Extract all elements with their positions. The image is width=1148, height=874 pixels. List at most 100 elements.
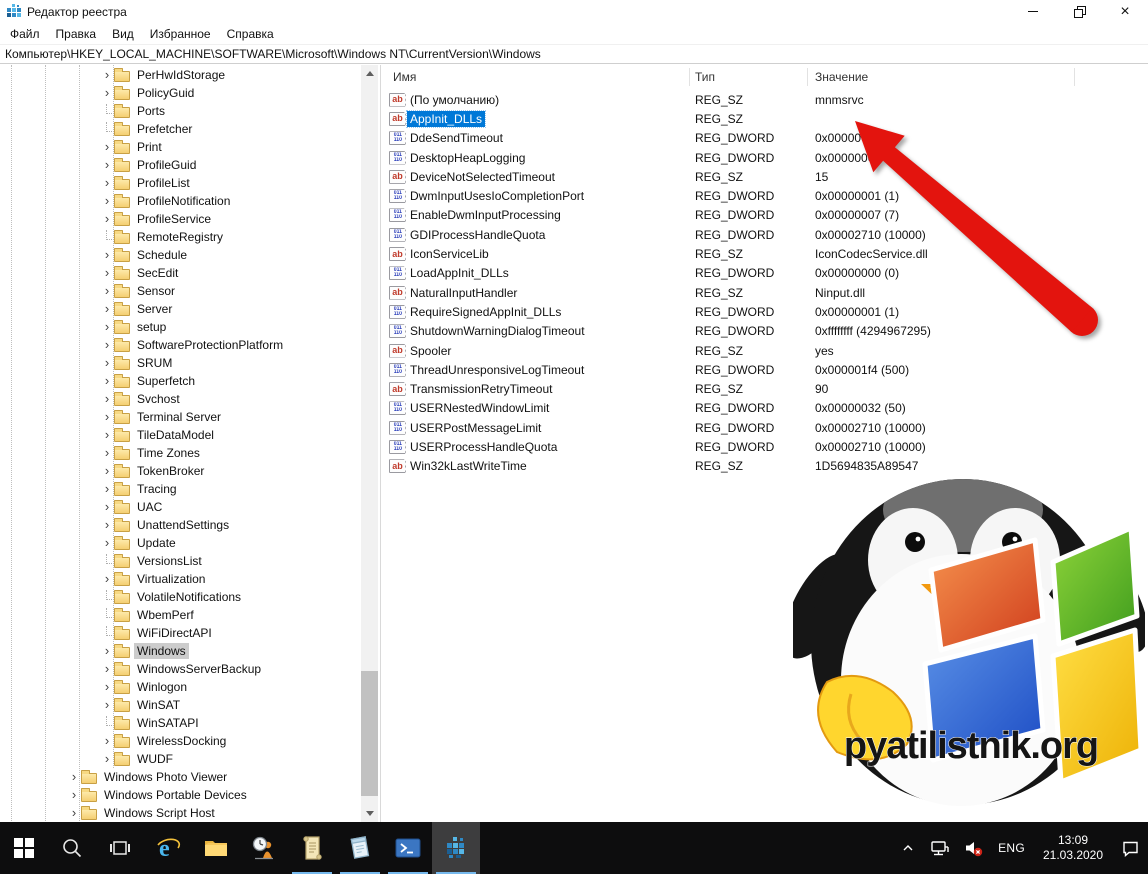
address-bar[interactable]: Компьютер\HKEY_LOCAL_MACHINE\SOFTWARE\Mi…	[0, 44, 1148, 64]
registry-value-row[interactable]: 011110GDIProcessHandleQuotaREG_DWORD0x00…	[382, 225, 1148, 244]
tray-chevron-up-icon[interactable]	[898, 840, 918, 856]
expand-chevron-icon[interactable]: ›	[100, 248, 114, 262]
tree-item[interactable]: ›ProfileGuid	[0, 156, 360, 174]
tree-item[interactable]: ›Schedule	[0, 246, 360, 264]
registry-value-row[interactable]: abDeviceNotSelectedTimeoutREG_SZ15	[382, 167, 1148, 186]
tree-item[interactable]: ›Tracing	[0, 480, 360, 498]
taskbar-regedit[interactable]	[432, 822, 480, 874]
taskbar-powershell[interactable]	[384, 822, 432, 874]
expand-chevron-icon[interactable]: ›	[67, 788, 81, 802]
registry-value-row[interactable]: 011110USERNestedWindowLimitREG_DWORD0x00…	[382, 399, 1148, 418]
expand-chevron-icon[interactable]: ›	[100, 212, 114, 226]
registry-value-row[interactable]: 011110DesktopHeapLoggingREG_DWORD0x00000…	[382, 148, 1148, 167]
taskbar-internet-explorer[interactable]: e	[144, 822, 192, 874]
registry-value-row[interactable]: abAppInit_DLLsREG_SZ	[382, 109, 1148, 128]
tree-item[interactable]: ›SoftwareProtectionPlatform	[0, 336, 360, 354]
menu-item-file[interactable]: Файл	[2, 25, 48, 43]
expand-chevron-icon[interactable]: ›	[100, 752, 114, 766]
tree-item[interactable]: Ports	[0, 102, 360, 120]
column-separator[interactable]	[807, 68, 808, 86]
expand-chevron-icon[interactable]: ›	[100, 410, 114, 424]
column-separator[interactable]	[1074, 68, 1075, 86]
expand-chevron-icon[interactable]: ›	[100, 446, 114, 460]
registry-value-row[interactable]: 011110LoadAppInit_DLLsREG_DWORD0x0000000…	[382, 264, 1148, 283]
expand-chevron-icon[interactable]: ›	[100, 500, 114, 514]
tree-item[interactable]: ›Server	[0, 300, 360, 318]
tree-item[interactable]: WiFiDirectAPI	[0, 624, 360, 642]
tree-item[interactable]: ›SRUM	[0, 354, 360, 372]
expand-chevron-icon[interactable]: ›	[100, 356, 114, 370]
scrollbar-thumb[interactable]	[361, 671, 378, 796]
registry-value-row[interactable]: 011110RequireSignedAppInit_DLLsREG_DWORD…	[382, 302, 1148, 321]
registry-value-row[interactable]: 011110ShutdownWarningDialogTimeoutREG_DW…	[382, 322, 1148, 341]
start-button[interactable]	[0, 822, 48, 874]
tree-item[interactable]: ›Windows	[0, 642, 360, 660]
taskbar-notepad-app[interactable]	[336, 822, 384, 874]
expand-chevron-icon[interactable]: ›	[100, 698, 114, 712]
tree-item[interactable]: ›Windows Script Host	[0, 804, 360, 822]
action-center-icon[interactable]	[1119, 839, 1142, 857]
registry-value-row[interactable]: 011110DdeSendTimeoutREG_DWORD0x00000000 …	[382, 129, 1148, 148]
tree-item[interactable]: ›Svchost	[0, 390, 360, 408]
tree-item[interactable]: RemoteRegistry	[0, 228, 360, 246]
tree-item[interactable]: ›UAC	[0, 498, 360, 516]
volume-muted-icon[interactable]	[962, 839, 986, 857]
tree-item[interactable]: ›Time Zones	[0, 444, 360, 462]
expand-chevron-icon[interactable]: ›	[100, 464, 114, 478]
expand-chevron-icon[interactable]: ›	[100, 392, 114, 406]
expand-chevron-icon[interactable]: ›	[100, 158, 114, 172]
menu-item-favorites[interactable]: Избранное	[142, 25, 219, 43]
registry-value-row[interactable]: 011110ThreadUnresponsiveLogTimeoutREG_DW…	[382, 360, 1148, 379]
expand-chevron-icon[interactable]: ›	[67, 806, 81, 820]
tree-item[interactable]: ›TokenBroker	[0, 462, 360, 480]
expand-chevron-icon[interactable]: ›	[100, 194, 114, 208]
expand-chevron-icon[interactable]: ›	[100, 140, 114, 154]
scrollbar-up-button[interactable]	[361, 65, 378, 82]
tree-item[interactable]: ›WindowsServerBackup	[0, 660, 360, 678]
expand-chevron-icon[interactable]: ›	[100, 266, 114, 280]
expand-chevron-icon[interactable]: ›	[100, 644, 114, 658]
expand-chevron-icon[interactable]: ›	[100, 536, 114, 550]
registry-value-row[interactable]: 011110USERPostMessageLimitREG_DWORD0x000…	[382, 418, 1148, 437]
expand-chevron-icon[interactable]: ›	[100, 518, 114, 532]
registry-value-row[interactable]: 011110EnableDwmInputProcessingREG_DWORD0…	[382, 206, 1148, 225]
menu-item-help[interactable]: Справка	[219, 25, 282, 43]
expand-chevron-icon[interactable]: ›	[100, 338, 114, 352]
column-header-value[interactable]: Значение	[815, 70, 868, 84]
tree-item[interactable]: ›Superfetch	[0, 372, 360, 390]
registry-value-row[interactable]: abWin32kLastWriteTimeREG_SZ1D5694835A895…	[382, 457, 1148, 476]
column-header-type[interactable]: Тип	[695, 70, 715, 84]
expand-chevron-icon[interactable]: ›	[100, 86, 114, 100]
taskbar-search-button[interactable]	[48, 822, 96, 874]
tree-item[interactable]: VolatileNotifications	[0, 588, 360, 606]
expand-chevron-icon[interactable]: ›	[100, 662, 114, 676]
tree-item[interactable]: ›SecEdit	[0, 264, 360, 282]
column-header-name[interactable]: Имя	[393, 70, 416, 84]
language-indicator[interactable]: ENG	[996, 841, 1027, 855]
tree-item[interactable]: ›WUDF	[0, 750, 360, 768]
tree-item[interactable]: ›WirelessDocking	[0, 732, 360, 750]
column-separator[interactable]	[689, 68, 690, 86]
registry-value-row[interactable]: abTransmissionRetryTimeoutREG_SZ90	[382, 379, 1148, 398]
expand-chevron-icon[interactable]: ›	[100, 734, 114, 748]
tree-item[interactable]: ›PolicyGuid	[0, 84, 360, 102]
registry-value-row[interactable]: 011110USERProcessHandleQuotaREG_DWORD0x0…	[382, 437, 1148, 456]
registry-value-row[interactable]: ab(По умолчанию)REG_SZmnmsrvc	[382, 90, 1148, 109]
minimize-button[interactable]	[1010, 0, 1056, 23]
expand-chevron-icon[interactable]: ›	[100, 482, 114, 496]
registry-value-row[interactable]: abSpoolerREG_SZyes	[382, 341, 1148, 360]
network-icon[interactable]	[928, 839, 952, 857]
tree-item[interactable]: ›ProfileList	[0, 174, 360, 192]
tree-item[interactable]: ›Sensor	[0, 282, 360, 300]
registry-value-row[interactable]: abNaturalInputHandlerREG_SZNinput.dll	[382, 283, 1148, 302]
tree-item[interactable]: WinSATAPI	[0, 714, 360, 732]
expand-chevron-icon[interactable]: ›	[100, 176, 114, 190]
taskbar-scroll-app[interactable]	[288, 822, 336, 874]
tree-item[interactable]: ›ProfileService	[0, 210, 360, 228]
taskbar-clock-app[interactable]	[240, 822, 288, 874]
restore-button[interactable]	[1056, 0, 1102, 23]
menu-item-edit[interactable]: Правка	[48, 25, 105, 43]
expand-chevron-icon[interactable]: ›	[100, 374, 114, 388]
expand-chevron-icon[interactable]: ›	[67, 770, 81, 784]
expand-chevron-icon[interactable]: ›	[100, 302, 114, 316]
